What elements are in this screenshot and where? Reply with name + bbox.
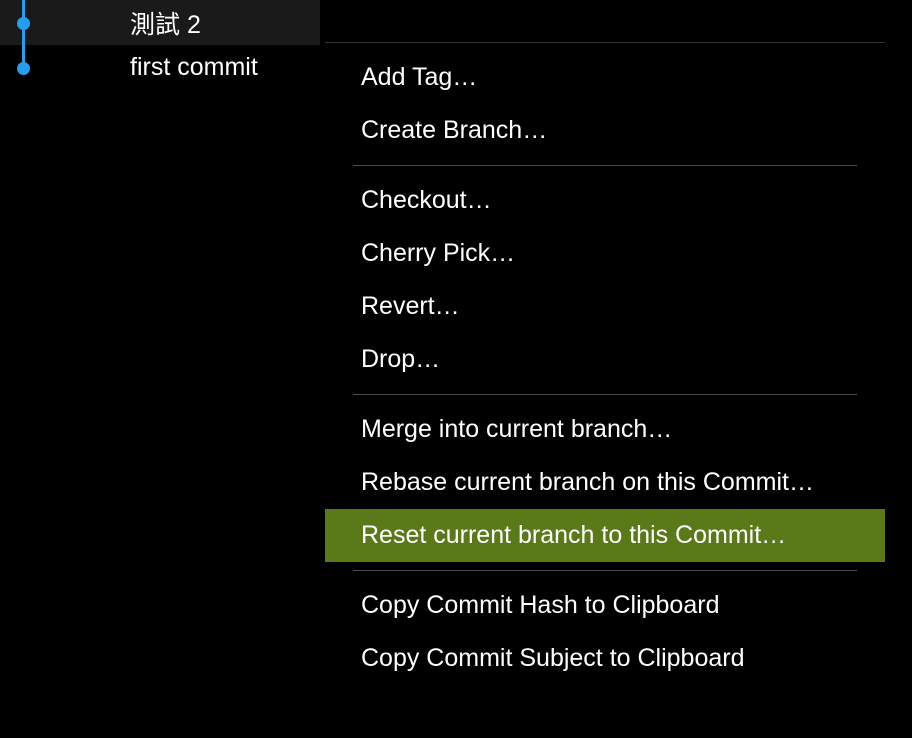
menu-separator <box>353 570 857 571</box>
menu-item-revert[interactable]: Revert… <box>325 280 885 333</box>
menu-item-drop[interactable]: Drop… <box>325 333 885 386</box>
menu-item-merge[interactable]: Merge into current branch… <box>325 403 885 456</box>
commit-message: first commit <box>50 53 258 82</box>
graph-column <box>0 45 50 90</box>
commit-list: 測試 2 first commit <box>0 0 320 90</box>
commit-row[interactable]: 測試 2 <box>0 0 320 45</box>
commit-message: 測試 2 <box>50 5 201 41</box>
graph-column <box>0 0 50 45</box>
menu-separator <box>353 165 857 166</box>
menu-item-cherry-pick[interactable]: Cherry Pick… <box>325 227 885 280</box>
commit-dot-icon <box>17 62 30 75</box>
commit-row[interactable]: first commit <box>0 45 320 90</box>
menu-item-rebase[interactable]: Rebase current branch on this Commit… <box>325 456 885 509</box>
context-menu: Add Tag… Create Branch… Checkout… Cherry… <box>325 42 885 693</box>
menu-item-create-branch[interactable]: Create Branch… <box>325 104 885 157</box>
menu-item-reset[interactable]: Reset current branch to this Commit… <box>325 509 885 562</box>
menu-item-copy-subject[interactable]: Copy Commit Subject to Clipboard <box>325 632 885 685</box>
menu-separator <box>353 394 857 395</box>
menu-item-checkout[interactable]: Checkout… <box>325 174 885 227</box>
menu-item-copy-hash[interactable]: Copy Commit Hash to Clipboard <box>325 579 885 632</box>
menu-item-add-tag[interactable]: Add Tag… <box>325 51 885 104</box>
